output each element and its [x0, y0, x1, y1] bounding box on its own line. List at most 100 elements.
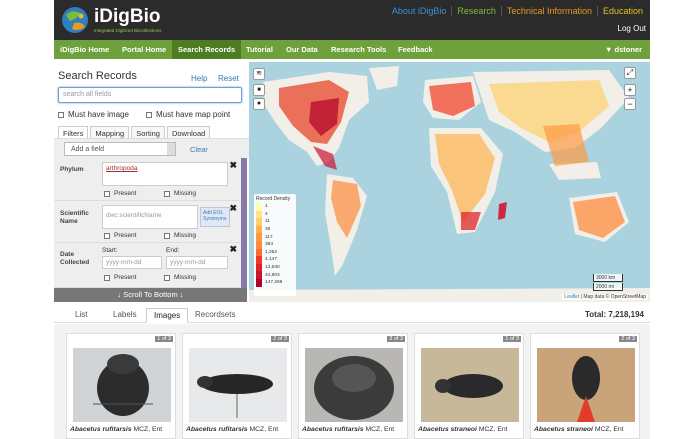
- phylum-missing-checkbox[interactable]: Missing: [164, 190, 196, 197]
- results-tabs: List Labels Images Recordsets Total: 7,2…: [54, 305, 650, 323]
- draw-circle-icon[interactable]: ●: [253, 98, 265, 110]
- legend-swatch: [256, 218, 262, 226]
- checkbox-box[interactable]: [164, 274, 170, 281]
- date-missing-checkbox[interactable]: Missing: [164, 274, 196, 281]
- tab-recordsets[interactable]: Recordsets: [188, 308, 242, 321]
- main-nav: iDigBio Home Portal Home Search Records …: [54, 40, 650, 59]
- topnav-education[interactable]: Education: [598, 6, 648, 16]
- synonyms-label: Synonyms: [203, 216, 227, 222]
- add-field-select[interactable]: Add a field: [64, 142, 176, 156]
- specimen-image[interactable]: [537, 348, 635, 422]
- collection-label: MCZ, Ent: [476, 426, 508, 433]
- density-map[interactable]: ≋ ■ ● ⤢ + − Record Density 1 4 11 36 117 384 1…: [249, 62, 650, 302]
- checkbox-box[interactable]: [164, 190, 170, 197]
- zoom-out-button[interactable]: −: [624, 98, 636, 110]
- image-card[interactable]: 2 of 3 Abacetus rufitarsis MCZ, Ent: [182, 333, 292, 439]
- remove-phylum-icon[interactable]: ✖: [229, 160, 237, 171]
- scroll-to-bottom-button[interactable]: ↓ Scroll To Bottom ↓: [54, 288, 247, 302]
- image-card[interactable]: 1 of 3 Abacetus straneoi MCZ, Ent: [414, 333, 524, 439]
- legend-value: 384: [265, 242, 274, 248]
- idigbio-logo[interactable]: iDigBio Integrated Digitized Biocollecti…: [60, 4, 180, 36]
- end-date-input[interactable]: yyyy-mm-dd: [166, 256, 228, 269]
- checkbox-box[interactable]: [104, 274, 110, 281]
- filters-scrollbar[interactable]: [241, 158, 247, 288]
- tab-sorting[interactable]: Sorting: [131, 126, 165, 138]
- clear-link[interactable]: Clear: [190, 145, 208, 154]
- image-card[interactable]: 1 of 3 Abacetus rufitarsis MCZ, Ent: [66, 333, 176, 439]
- legend-row: 147,269: [256, 278, 294, 287]
- tab-images[interactable]: Images: [146, 308, 189, 323]
- checkbox-box[interactable]: [104, 190, 110, 197]
- search-all-input[interactable]: search all fields: [58, 87, 242, 103]
- filter-fields: Phylum arthropoda ✖ Present Missing Scie…: [54, 158, 249, 288]
- topnav-research[interactable]: Research: [452, 6, 502, 16]
- image-count-badge: 3 of 3: [387, 336, 405, 342]
- nav-our-data[interactable]: Our Data: [280, 40, 324, 59]
- legend-swatch: [256, 233, 262, 241]
- checkbox-box[interactable]: [146, 111, 152, 118]
- specimen-image[interactable]: [189, 348, 287, 422]
- map-attribution: Leaflet | Map data © OpenStreetMap: [562, 294, 648, 300]
- legend-rows: 1 4 11 36 117 384 1,262 4,147 13,630 44,803 147,26…: [256, 203, 294, 287]
- reset-link[interactable]: Reset: [218, 74, 239, 83]
- date-label: Date Collected: [60, 251, 89, 267]
- search-title: Search Records: [58, 70, 137, 82]
- sci-missing-checkbox[interactable]: Missing: [164, 232, 196, 239]
- legend-swatch: [256, 278, 262, 287]
- must-have-image-checkbox[interactable]: Must have image: [58, 110, 129, 119]
- add-eol-synonyms-button[interactable]: Add EOL Synonyms: [200, 207, 230, 227]
- legend-row: 4,147: [256, 256, 294, 264]
- phylum-present-checkbox[interactable]: Present: [104, 190, 136, 197]
- tab-download[interactable]: Download: [166, 126, 211, 138]
- phylum-input[interactable]: arthropoda: [102, 162, 228, 186]
- legend-swatch: [256, 256, 262, 264]
- nav-tutorial[interactable]: Tutorial: [240, 40, 279, 59]
- zoom-in-button[interactable]: +: [624, 84, 636, 96]
- date-label-line1: Date: [60, 251, 75, 258]
- checkbox-box[interactable]: [58, 111, 64, 118]
- logout-link[interactable]: Log Out: [618, 24, 646, 33]
- must-have-map-checkbox[interactable]: Must have map point: [146, 110, 230, 119]
- remove-date-icon[interactable]: ✖: [229, 244, 237, 255]
- layers-icon[interactable]: ≋: [253, 68, 265, 80]
- start-date-input[interactable]: yyyy-mm-dd: [102, 256, 162, 269]
- nav-feedback[interactable]: Feedback: [392, 40, 439, 59]
- image-caption[interactable]: Abacetus rufitarsis MCZ, Ent: [67, 424, 175, 438]
- specimen-image[interactable]: [73, 348, 171, 422]
- topnav-technical[interactable]: Technical Information: [502, 6, 598, 16]
- draw-rectangle-icon[interactable]: ■: [253, 84, 265, 96]
- image-caption[interactable]: Abacetus rufitarsis MCZ, Ent: [183, 424, 291, 438]
- remove-sci-name-icon[interactable]: ✖: [229, 203, 237, 214]
- image-card[interactable]: 3 of 3 Abacetus rufitarsis MCZ, Ent: [298, 333, 408, 439]
- image-caption[interactable]: Abacetus straneoi MCZ, Ent: [415, 424, 523, 438]
- tab-list[interactable]: List: [68, 308, 94, 321]
- date-present-checkbox[interactable]: Present: [104, 274, 136, 281]
- nav-search-records[interactable]: Search Records: [172, 40, 242, 59]
- map-canvas[interactable]: [249, 62, 650, 302]
- sci-present-checkbox[interactable]: Present: [104, 232, 136, 239]
- image-caption[interactable]: Abacetus straneoi MCZ, Ent: [531, 424, 639, 438]
- help-link[interactable]: Help: [191, 74, 207, 83]
- specimen-image[interactable]: [305, 348, 403, 422]
- image-caption[interactable]: Abacetus rufitarsis MCZ, Ent: [299, 424, 407, 438]
- user-menu[interactable]: ▼ dstoner: [605, 40, 642, 59]
- sci-name-input[interactable]: dwc:scientificName: [102, 205, 198, 229]
- image-card[interactable]: 2 of 3 Abacetus straneoi MCZ, Ent: [530, 333, 640, 439]
- specimen-image[interactable]: [421, 348, 519, 422]
- legend-value: 4,147: [265, 257, 278, 263]
- density-madagascar: [498, 202, 507, 220]
- tab-labels[interactable]: Labels: [106, 308, 144, 321]
- leaflet-link[interactable]: Leaflet: [564, 294, 579, 300]
- legend-swatch: [256, 203, 262, 211]
- checkbox-box[interactable]: [104, 232, 110, 239]
- tab-mapping[interactable]: Mapping: [90, 126, 130, 138]
- nav-portal-home[interactable]: Portal Home: [116, 40, 172, 59]
- tab-filters[interactable]: Filters: [58, 126, 89, 138]
- nav-research-tools[interactable]: Research Tools: [325, 40, 392, 59]
- nav-idigbio-home[interactable]: iDigBio Home: [54, 40, 115, 59]
- fullscreen-icon[interactable]: ⤢: [624, 67, 636, 79]
- legend-row: 117: [256, 233, 294, 241]
- checkbox-box[interactable]: [164, 232, 170, 239]
- missing-label: Missing: [174, 274, 197, 281]
- topnav-about[interactable]: About iDigBio: [387, 6, 453, 16]
